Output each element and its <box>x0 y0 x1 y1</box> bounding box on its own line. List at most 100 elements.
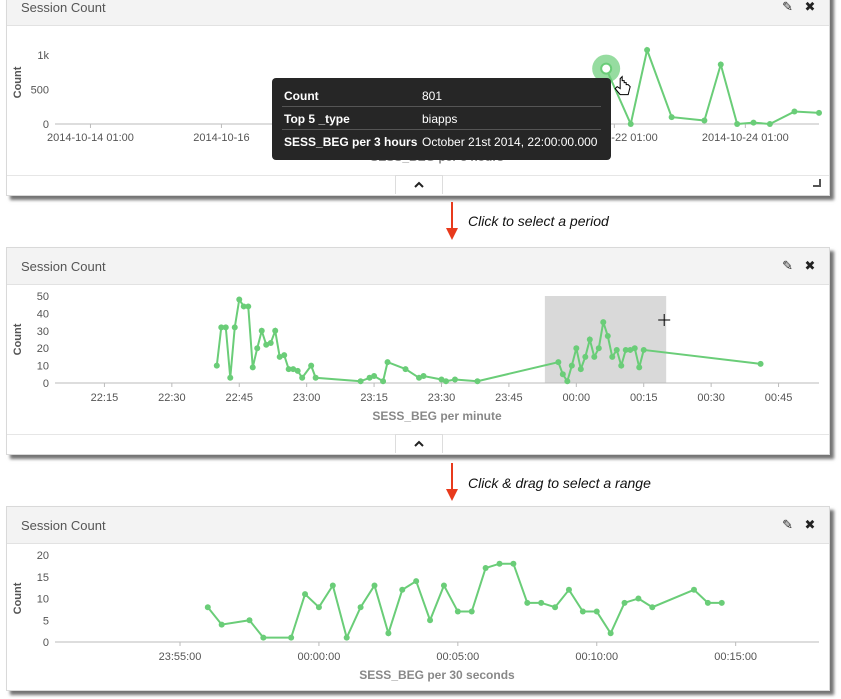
panel-session-count-3: Session Count ✎ ✖ 0 5 10 15 20 23:55:00 00:00:… <box>6 506 830 691</box>
x-tick-label: 22:15 <box>91 392 119 404</box>
data-point <box>371 582 378 589</box>
x-tick-label: 00:00 <box>563 392 591 404</box>
data-point <box>668 114 675 121</box>
tooltip-row: SESS_BEG per 3 hours October 21st 2014, … <box>282 130 601 152</box>
data-point <box>591 353 598 360</box>
data-point <box>510 560 517 567</box>
chart-tooltip: Count 801 Top 5 _type biapps SESS_BEG pe… <box>272 78 611 160</box>
data-point <box>555 359 562 366</box>
data-point <box>442 378 449 385</box>
toggle-legend-button[interactable] <box>395 175 443 194</box>
chevron-up-icon <box>414 440 424 447</box>
data-point <box>413 578 420 585</box>
data-point <box>613 346 620 353</box>
data-point <box>420 373 427 380</box>
data-point <box>384 359 391 366</box>
panel-session-count-2: Session Count ✎ ✖ 0 10 20 30 40 50 22:15 22:30 2… <box>6 247 830 455</box>
data-point <box>246 617 253 624</box>
tooltip-row: Top 5 _type biapps <box>282 107 601 130</box>
tooltip-value: 801 <box>422 89 443 103</box>
x-tick-label: 00:15:00 <box>714 651 757 663</box>
chart-panel-3[interactable]: 0 5 10 15 20 23:55:00 00:00:00 00:05:00 00:10:00… <box>7 507 829 690</box>
data-point <box>690 586 697 593</box>
data-point <box>644 46 651 53</box>
series-line <box>207 562 722 641</box>
chart-panel-2[interactable]: 0 10 20 30 40 50 22:15 22:30 22:45 23:00 23:15 23:3… <box>7 248 829 434</box>
y-tick-label: 500 <box>31 84 49 96</box>
data-point <box>791 108 798 115</box>
data-point <box>618 362 625 369</box>
data-point <box>704 599 711 606</box>
hand-pointer-icon <box>614 75 631 96</box>
data-point <box>750 119 757 126</box>
tooltip-key: SESS_BEG per 3 hours <box>284 135 418 149</box>
y-tick-label: 1k <box>37 50 49 62</box>
chevron-up-icon <box>414 181 424 188</box>
data-point <box>294 367 301 374</box>
data-point <box>635 595 642 602</box>
data-point <box>204 604 211 611</box>
data-point <box>621 599 628 606</box>
x-tick-label: 00:10:00 <box>575 651 618 663</box>
data-point <box>649 604 656 611</box>
y-tick-label: 5 <box>43 615 49 627</box>
data-point <box>757 360 764 367</box>
x-tick-label: 00:30 <box>697 392 725 404</box>
x-tick-label: 00:45 <box>765 392 793 404</box>
x-axis-label: SESS_BEG per 30 seconds <box>359 668 515 682</box>
data-point <box>573 345 580 352</box>
data-point <box>357 378 364 385</box>
y-tick-label: 30 <box>37 326 49 338</box>
data-point <box>568 362 575 369</box>
data-point <box>564 378 571 385</box>
series-line <box>605 46 820 128</box>
x-tick-label: 00:00:00 <box>298 651 341 663</box>
x-tick-label: 00:05:00 <box>436 651 479 663</box>
y-axis-label: Count <box>12 582 24 614</box>
y-tick-label: 20 <box>37 343 49 355</box>
x-tick-label: 2014-10-24 01:00 <box>702 132 789 144</box>
data-point <box>524 599 531 606</box>
data-point <box>302 591 309 598</box>
data-point <box>482 565 489 572</box>
data-point <box>816 109 822 116</box>
data-point <box>565 586 572 593</box>
y-tick-label: 15 <box>37 572 49 584</box>
data-point <box>371 373 378 380</box>
toggle-legend-button[interactable] <box>395 434 443 453</box>
x-tick-label: 23:45 <box>495 392 523 404</box>
data-point <box>559 371 566 378</box>
x-tick-label: 22:30 <box>158 392 186 404</box>
data-point <box>717 61 724 68</box>
data-point <box>496 560 503 567</box>
data-point <box>766 121 773 127</box>
data-point <box>440 582 447 589</box>
data-point <box>451 376 458 383</box>
y-tick-label: 0 <box>43 378 49 390</box>
resize-handle[interactable] <box>813 179 821 187</box>
data-point <box>222 324 229 331</box>
data-point <box>468 608 475 615</box>
annotation-step2: Click & drag to select a range <box>468 475 651 491</box>
tooltip-key: Count <box>284 89 319 103</box>
data-point <box>288 634 295 641</box>
data-point <box>272 327 279 334</box>
data-point <box>357 604 364 611</box>
y-tick-label: 10 <box>37 594 49 606</box>
data-point <box>254 345 261 352</box>
data-point <box>609 353 616 360</box>
data-point <box>329 582 336 589</box>
x-tick-label: 23:55:00 <box>159 651 202 663</box>
data-point <box>245 303 252 310</box>
data-point <box>607 630 614 637</box>
data-point <box>258 327 265 334</box>
y-axis-label: Count <box>12 323 24 355</box>
x-tick-label: 00:15 <box>630 392 658 404</box>
data-point <box>236 296 243 303</box>
data-point <box>552 604 559 611</box>
data-point <box>385 630 392 637</box>
data-point <box>586 336 593 343</box>
y-tick-label: 0 <box>43 637 49 649</box>
y-tick-label: 0 <box>43 119 49 131</box>
data-point <box>308 362 315 369</box>
